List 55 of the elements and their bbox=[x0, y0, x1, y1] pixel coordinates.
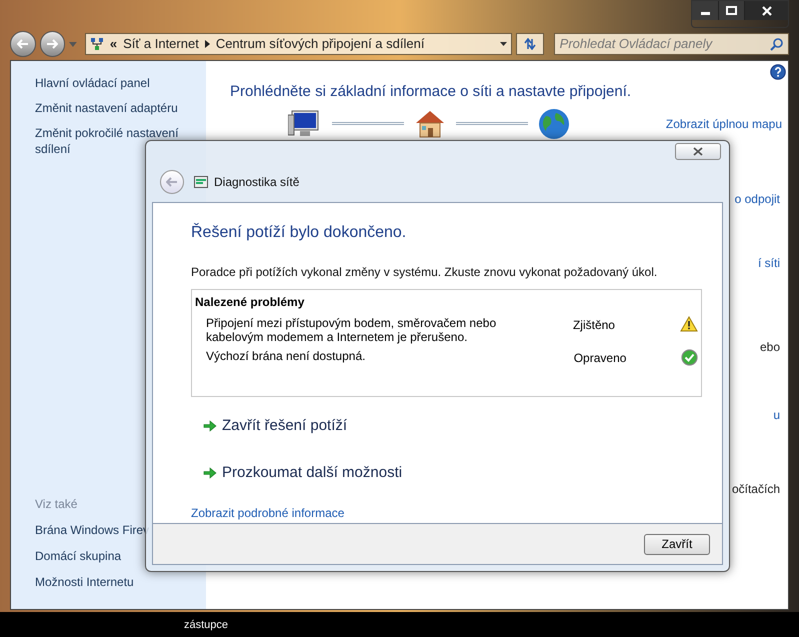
refresh-icon bbox=[522, 38, 537, 50]
link-fragment[interactable]: í síti bbox=[758, 254, 780, 272]
close-icon bbox=[693, 147, 703, 156]
full-map-link[interactable]: Zobrazit úplnou mapu bbox=[666, 114, 782, 132]
problems-heading: Nalezené problémy bbox=[195, 294, 306, 311]
checkmark-icon bbox=[681, 349, 698, 366]
sidebar-link[interactable]: Hlavní ovládací panel bbox=[35, 75, 185, 91]
dialog-title: Diagnostika sítě bbox=[214, 174, 300, 190]
problem-description: Připojení mezi přístupovým bodem, směrovačem nebo kabelovým modemem a Internetem je přerušeno. bbox=[206, 316, 498, 344]
page-heading: Prohlédněte si základní informace o síti a nastavte připojení. bbox=[230, 82, 632, 102]
maximize-button[interactable] bbox=[718, 1, 744, 20]
link-fragment[interactable]: očítačích bbox=[732, 480, 780, 498]
back-arrow-icon bbox=[16, 39, 29, 49]
close-button[interactable] bbox=[675, 143, 721, 160]
sidebar-link[interactable]: Možnosti Internetu bbox=[35, 573, 206, 591]
search-field[interactable]: Prohledat Ovládací panely bbox=[554, 33, 790, 55]
problem-description: Výchozí brána není dostupná. bbox=[206, 349, 366, 363]
breadcrumb-separator-icon[interactable] bbox=[204, 40, 210, 48]
address-bar[interactable]: « Síť a Internet Centrum síťových připojení a sdílení bbox=[84, 33, 512, 55]
details-link[interactable]: Zobrazit podrobné informace bbox=[191, 504, 702, 522]
connection-line bbox=[332, 122, 404, 125]
connection-line bbox=[456, 122, 528, 125]
action-link[interactable]: Prozkoumat další možnosti bbox=[222, 462, 402, 484]
forward-arrow-icon bbox=[46, 39, 58, 49]
arrow-icon bbox=[203, 466, 217, 479]
sidebar-link[interactable]: Změnit nastavení adaptéru bbox=[35, 100, 185, 116]
network-icon bbox=[90, 37, 104, 51]
back-arrow-icon bbox=[166, 176, 178, 186]
minimize-button[interactable] bbox=[692, 1, 718, 20]
problem-status: Zjištěno bbox=[572, 317, 616, 334]
search-icon[interactable] bbox=[770, 38, 784, 50]
breadcrumb-item[interactable]: Centrum síťových připojení a sdílení bbox=[216, 34, 424, 54]
close-button[interactable] bbox=[744, 1, 788, 20]
dialog-message: Poradce při potížích vykonal změny v systému. Zkuste znovu vykonat požadovaný úkol. bbox=[191, 264, 658, 281]
link-fragment[interactable]: o odpojit bbox=[734, 190, 780, 208]
network-diagnostics-icon bbox=[194, 176, 208, 188]
refresh-button[interactable] bbox=[516, 33, 544, 55]
close-dialog-button[interactable]: Zavřít bbox=[644, 534, 710, 554]
problem-status: Opraveno bbox=[574, 350, 628, 367]
house-icon bbox=[414, 108, 446, 138]
arrow-icon bbox=[203, 420, 217, 432]
close-icon bbox=[762, 6, 772, 16]
link-fragment[interactable]: ebo bbox=[760, 338, 780, 356]
desktop-icon-label[interactable]: zástupce bbox=[184, 617, 228, 634]
breadcrumb-item[interactable]: Síť a Internet bbox=[123, 34, 199, 54]
help-icon[interactable] bbox=[770, 64, 786, 80]
back-button[interactable] bbox=[10, 31, 36, 57]
dropdown-icon[interactable] bbox=[500, 42, 508, 46]
action-link[interactable]: Zavřít řešení potíží bbox=[222, 415, 348, 438]
forward-button[interactable] bbox=[40, 31, 66, 57]
globe-icon bbox=[538, 108, 570, 140]
link-fragment[interactable]: u bbox=[773, 406, 780, 424]
dialog-heading: Řešení potíží bylo dokončeno. bbox=[191, 222, 408, 243]
warning-icon bbox=[680, 316, 698, 332]
breadcrumb-overflow[interactable]: « bbox=[110, 34, 118, 54]
